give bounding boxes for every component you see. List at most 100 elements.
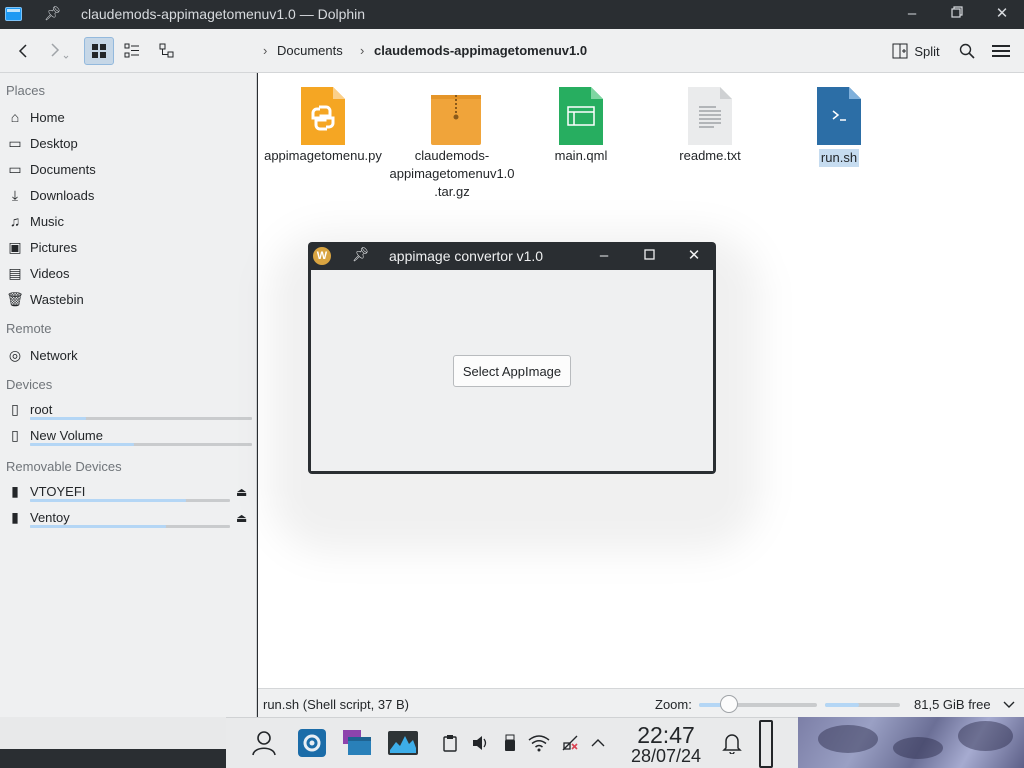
status-text: run.sh (Shell script, 37 B) — [263, 697, 409, 712]
network-disconnected-icon[interactable] — [559, 727, 581, 759]
sidebar-item-label: Music — [30, 213, 64, 229]
window-title: claudemods-appimagetomenuv1.0 — Dolphin — [81, 6, 366, 22]
wastebin-icon: 🗑︎ — [6, 290, 24, 307]
sidebar-item-label: Pictures — [30, 239, 77, 255]
tree-view-icon — [159, 43, 174, 58]
ventoy-usage-bar — [30, 525, 230, 528]
sidebar-item-pictures[interactable]: ▣ Pictures — [0, 235, 256, 259]
file-item-selected[interactable]: run.sh — [776, 87, 902, 167]
network-icon: ◎ — [8, 346, 22, 363]
free-space-label[interactable]: 81,5 GiB free — [914, 697, 991, 712]
breadcrumb-current-folder[interactable]: claudemods-appimagetomenuv1.0 — [374, 43, 587, 58]
python-file-icon — [301, 87, 345, 145]
clipboard-icon[interactable] — [440, 727, 460, 759]
eject-icon[interactable]: ⏏ — [236, 485, 247, 499]
sidebar-item-label: New Volume — [30, 427, 103, 443]
split-button[interactable]: Split — [888, 37, 944, 65]
clock-date[interactable]: 28/07/24 — [618, 746, 714, 766]
breadcrumb-documents[interactable]: Documents — [277, 43, 343, 58]
wifi-icon[interactable] — [527, 727, 551, 759]
file-name: readme.txt — [679, 148, 741, 163]
sidebar-item-network[interactable]: ◎ Network — [0, 343, 256, 367]
dialog-body: Select AppImage — [311, 270, 713, 471]
dialog-title: appimage convertor v1.0 — [389, 248, 544, 264]
select-appimage-button[interactable]: Select AppImage — [453, 355, 571, 387]
chevron-down-icon[interactable] — [1003, 701, 1015, 709]
toolbar: › Documents › claudemods-appimagetomenuv… — [0, 29, 1024, 73]
shell-script-file-icon — [817, 87, 861, 145]
pin-icon[interactable]: 📌︎ — [44, 5, 62, 22]
devices-header: Devices — [6, 377, 53, 392]
forward-button[interactable] — [46, 37, 72, 65]
forward-arrow-icon — [51, 43, 69, 59]
system-monitor-icon[interactable] — [386, 727, 420, 759]
zoom-slider-track[interactable] — [699, 703, 817, 707]
home-icon: ⌂ — [10, 109, 20, 125]
underlying-window-edge — [0, 717, 226, 768]
compact-view-icon — [124, 43, 139, 58]
window-switcher-icon[interactable] — [341, 727, 373, 759]
sidebar-item-label: Ventoy — [30, 509, 70, 525]
app-logo-icon: W — [313, 247, 331, 265]
dolphin-app-icon — [5, 7, 22, 21]
volume-icon[interactable] — [469, 727, 491, 759]
pin-icon[interactable]: 📌︎ — [352, 246, 370, 263]
file-item[interactable]: claudemods-appimagetomenuv1.0.tar.gz — [389, 87, 515, 201]
qml-file-icon — [559, 87, 603, 145]
back-button[interactable] — [12, 37, 34, 65]
dialog-minimize-button[interactable]: ‒ — [594, 246, 614, 266]
places-sidebar: Places ⌂ Home ▭ Desktop ▭ Documents ⤓ Do… — [0, 73, 257, 717]
notifications-bell-icon[interactable] — [720, 727, 744, 759]
status-bar: run.sh (Shell script, 37 B) Zoom: 81,5 G… — [258, 688, 1024, 718]
usb-drive-icon: ▮ — [11, 508, 19, 525]
documents-icon: ▭ — [8, 160, 22, 177]
file-name: run.sh — [818, 149, 860, 167]
icons-view-button[interactable] — [84, 37, 114, 65]
pictures-icon: ▣ — [8, 238, 22, 255]
dialog-maximize-button[interactable] — [639, 246, 659, 266]
sidebar-item-documents[interactable]: ▭ Documents — [0, 157, 256, 181]
sidebar-item-home[interactable]: ⌂ Home — [0, 105, 256, 129]
split-view-icon — [892, 43, 908, 59]
eject-icon[interactable]: ⏏ — [236, 511, 247, 525]
close-window-button[interactable]: ✕ — [991, 4, 1013, 24]
zoom-slider-handle[interactable] — [719, 695, 738, 713]
show-desktop-button[interactable] — [759, 720, 773, 768]
appimage-convertor-dialog: W 📌︎ appimage convertor v1.0 ‒ ✕ Select … — [308, 242, 716, 474]
minimize-window-button[interactable]: ‒ — [901, 4, 923, 24]
grid-view-icon — [92, 44, 106, 58]
text-file-icon — [688, 87, 732, 145]
removable-devices-icon[interactable] — [500, 727, 520, 759]
system-settings-icon[interactable] — [296, 727, 328, 759]
user-icon[interactable] — [250, 727, 278, 759]
details-view-button[interactable] — [153, 37, 181, 65]
vtoyefi-usage-bar — [30, 499, 230, 502]
dialog-titlebar: W 📌︎ appimage convertor v1.0 ‒ ✕ — [308, 242, 716, 270]
sidebar-item-wastebin[interactable]: 🗑︎ Wastebin — [0, 287, 256, 311]
dialog-close-button[interactable]: ✕ — [684, 246, 704, 266]
sidebar-item-videos[interactable]: ▤ Videos — [0, 261, 256, 285]
file-item[interactable]: readme.txt — [647, 87, 773, 165]
hamburger-menu-button[interactable] — [989, 37, 1013, 65]
search-button[interactable] — [955, 37, 979, 65]
archive-file-icon — [430, 87, 481, 145]
sidebar-item-label: Documents — [30, 161, 96, 177]
taskbar: 22:47 28/07/24 — [226, 717, 798, 768]
restore-window-button[interactable] — [946, 4, 968, 24]
drive-icon: ▯ — [11, 400, 19, 417]
sidebar-item-downloads[interactable]: ⤓ Downloads — [0, 183, 256, 207]
compact-view-button[interactable] — [118, 37, 146, 65]
clock-time[interactable]: 22:47 — [624, 722, 708, 748]
search-icon — [959, 43, 975, 59]
file-item[interactable]: main.qml — [518, 87, 644, 165]
chevron-up-icon[interactable] — [588, 727, 608, 759]
sidebar-item-desktop[interactable]: ▭ Desktop — [0, 131, 256, 155]
sidebar-item-label: Network — [30, 347, 78, 363]
sidebar-item-label: VTOYEFI — [30, 483, 86, 499]
sidebar-item-label: root — [30, 401, 53, 417]
sidebar-item-music[interactable]: ♫ Music — [0, 209, 256, 233]
new-volume-usage-bar — [30, 443, 252, 446]
file-item[interactable]: appimagetomenu.py — [260, 87, 386, 165]
maximize-icon — [643, 249, 655, 260]
root-usage-bar — [30, 417, 252, 420]
